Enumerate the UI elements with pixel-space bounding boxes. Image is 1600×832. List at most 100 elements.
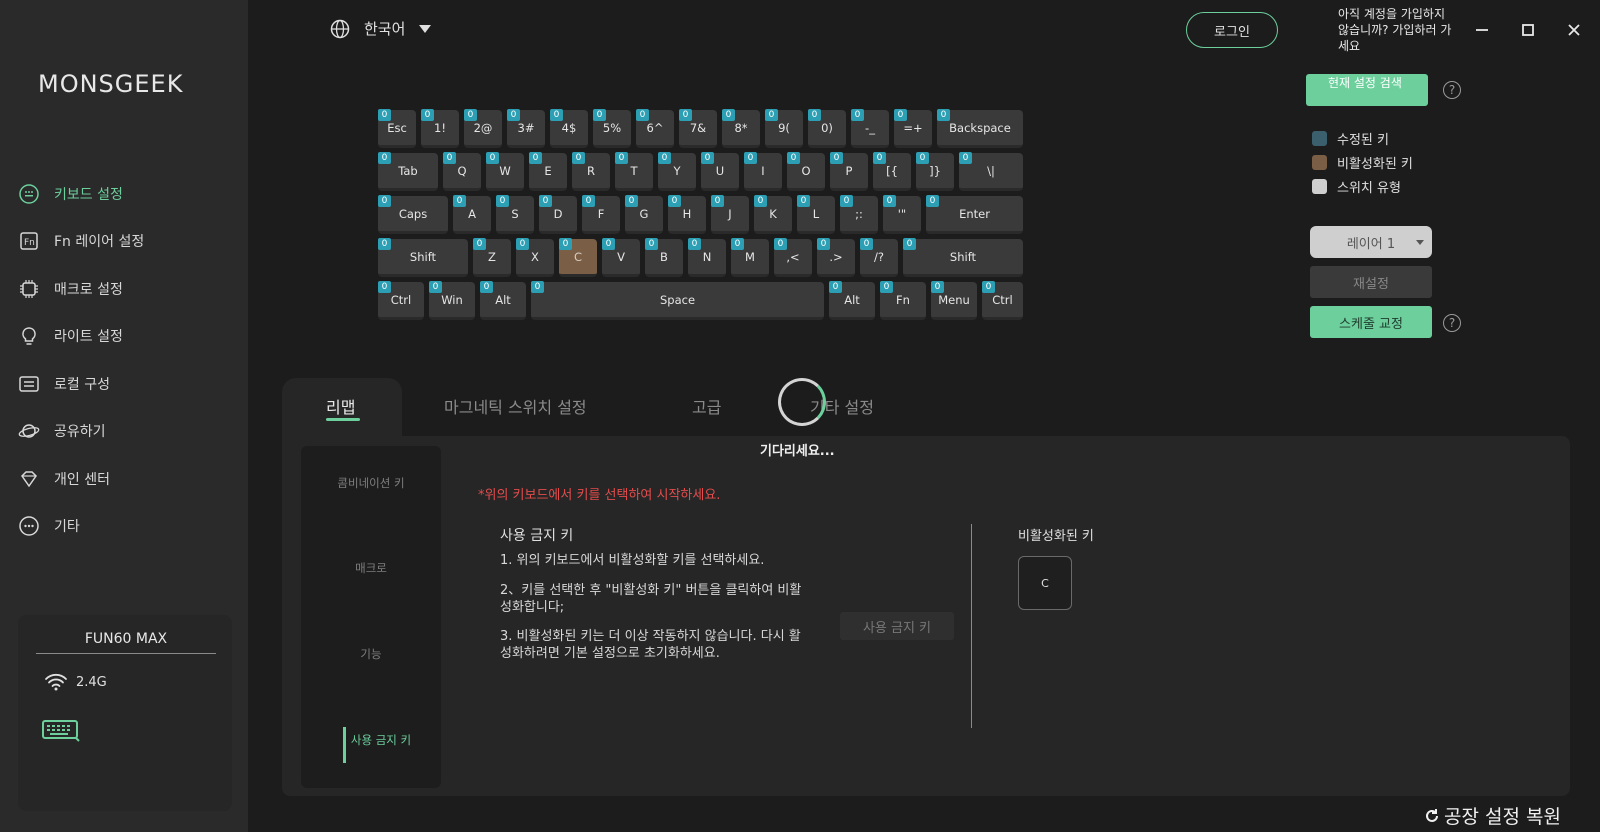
key-1[interactable]: 0 1!	[421, 109, 459, 148]
key-period[interactable]: 0 .>	[817, 238, 855, 277]
key-badge: 0	[486, 152, 499, 164]
key-f[interactable]: 0F	[582, 195, 620, 234]
login-button[interactable]: 로그인	[1186, 12, 1278, 48]
key-b[interactable]: 0B	[645, 238, 683, 277]
key-caps[interactable]: 0 Caps	[378, 195, 448, 234]
sidebar-item-keyboard-settings[interactable]: 키보드 설정	[16, 170, 236, 218]
key-p[interactable]: 0P	[830, 152, 868, 191]
key-lalt[interactable]: 0 Alt	[480, 281, 526, 320]
sidebar-item-other[interactable]: 기타	[16, 503, 236, 551]
key-rshift[interactable]: 0 Shift	[903, 238, 1023, 277]
tab-magnetic-switch[interactable]: 마그네틱 스위치 설정	[444, 394, 587, 418]
key-equal[interactable]: 0 =+	[894, 109, 932, 148]
close-button[interactable]	[1562, 18, 1586, 42]
key-6[interactable]: 0 6^	[636, 109, 674, 148]
key-a[interactable]: 0A	[453, 195, 491, 234]
key-h[interactable]: 0H	[668, 195, 706, 234]
key-5[interactable]: 0 5%	[593, 109, 631, 148]
tab-advanced[interactable]: 고급	[692, 394, 721, 418]
key-lbracket[interactable]: 0[{	[873, 152, 911, 191]
local-config-icon	[18, 373, 40, 395]
help-icon[interactable]: ?	[1443, 81, 1461, 99]
key-7[interactable]: 0 7&	[679, 109, 717, 148]
key-badge: 0	[507, 109, 520, 121]
key-enter[interactable]: 0 Enter	[926, 195, 1023, 234]
key-v[interactable]: 0V	[602, 238, 640, 277]
sidebar-item-share[interactable]: 공유하기	[16, 408, 236, 456]
key-ralt[interactable]: 0 Alt	[829, 281, 875, 320]
disabled-key-tile[interactable]: C	[1018, 556, 1072, 610]
key-label: Enter	[959, 206, 990, 221]
key-x[interactable]: 0X	[516, 238, 554, 277]
close-icon	[1568, 24, 1580, 36]
key-e[interactable]: 0E	[529, 152, 567, 191]
key-0[interactable]: 0 0)	[808, 109, 846, 148]
key-quote[interactable]: 0 '"	[883, 195, 921, 234]
key-tab[interactable]: 0 Tab	[378, 152, 438, 191]
disable-key-button[interactable]: 사용 금지 키	[840, 612, 954, 640]
key-lshift[interactable]: 0 Shift	[378, 238, 468, 277]
key-u[interactable]: 0U	[701, 152, 739, 191]
key-i[interactable]: 0I	[744, 152, 782, 191]
help-icon[interactable]: ?	[1443, 314, 1461, 332]
key-9[interactable]: 0 9(	[765, 109, 803, 148]
sidebar-item-local-config[interactable]: 로컬 구성	[16, 360, 236, 408]
sub-item-function[interactable]: 기능	[301, 646, 441, 662]
key-space[interactable]: 0 Space	[531, 281, 824, 320]
maximize-button[interactable]	[1516, 18, 1540, 42]
key-backslash[interactable]: 0 \|	[959, 152, 1023, 191]
key-n[interactable]: 0N	[688, 238, 726, 277]
factory-reset-button[interactable]: 공장 설정 복원	[1424, 802, 1561, 829]
key-3[interactable]: 0 3#	[507, 109, 545, 148]
tab-remap[interactable]: 리맵	[326, 394, 355, 418]
key-g[interactable]: 0G	[625, 195, 663, 234]
reset-button[interactable]: 재설정	[1310, 266, 1432, 298]
schedule-calibration-button[interactable]: 스케줄 교정	[1310, 306, 1432, 338]
key-m[interactable]: 0M	[731, 238, 769, 277]
key-slash[interactable]: 0/?	[860, 238, 898, 277]
key-8[interactable]: 0 8*	[722, 109, 760, 148]
key-rctrl[interactable]: 0 Ctrl	[982, 281, 1023, 320]
key-w[interactable]: 0W	[486, 152, 524, 191]
key-win[interactable]: 0 Win	[429, 281, 475, 320]
sub-item-combination[interactable]: 콤비네이션 키	[301, 475, 441, 491]
signup-link[interactable]: 아직 계정을 가입하지 않습니까? 가입하러 가세요	[1338, 6, 1453, 54]
key-t[interactable]: 0T	[615, 152, 653, 191]
sub-item-macro[interactable]: 매크로	[301, 560, 441, 576]
sidebar-item-fn-layer[interactable]: Fn Fn 레이어 설정	[16, 218, 236, 266]
key-rbracket[interactable]: 0]}	[916, 152, 954, 191]
language-selector[interactable]: 한국어	[330, 18, 432, 39]
sidebar-item-personal-center[interactable]: 개인 센터	[16, 455, 236, 503]
key-fn[interactable]: 0 Fn	[880, 281, 926, 320]
layer-select[interactable]: 레이어 1	[1310, 226, 1432, 258]
key-menu[interactable]: 0 Menu	[931, 281, 977, 320]
sidebar-item-macro[interactable]: 매크로 설정	[16, 265, 236, 313]
key-s[interactable]: 0S	[496, 195, 534, 234]
key-k[interactable]: 0K	[754, 195, 792, 234]
key-2[interactable]: 0 2@	[464, 109, 502, 148]
key-backspace[interactable]: 0 Backspace	[937, 109, 1023, 148]
key-comma[interactable]: 0 ,<	[774, 238, 812, 277]
key-lctrl[interactable]: 0 Ctrl	[378, 281, 424, 320]
key-4[interactable]: 0 4$	[550, 109, 588, 148]
key-badge: 0	[701, 152, 714, 164]
key-d[interactable]: 0D	[539, 195, 577, 234]
key-z[interactable]: 0Z	[473, 238, 511, 277]
key-minus[interactable]: 0 -_	[851, 109, 889, 148]
sidebar-item-light[interactable]: 라이트 설정	[16, 313, 236, 361]
key-l[interactable]: 0L	[797, 195, 835, 234]
key-o[interactable]: 0O	[787, 152, 825, 191]
wifi-icon	[45, 673, 67, 691]
sub-item-disable-key[interactable]: 사용 금지 키	[311, 732, 451, 748]
key-semicolon[interactable]: 0;:	[840, 195, 878, 234]
device-card[interactable]: FUN60 MAX 2.4G	[18, 615, 232, 811]
key-esc[interactable]: 0 Esc	[378, 109, 416, 148]
key-c[interactable]: 0C	[559, 238, 597, 277]
key-j[interactable]: 0J	[711, 195, 749, 234]
sidebar-nav: 키보드 설정 Fn Fn 레이어 설정 매크로 설정 라이트 설정 로컬 구성	[16, 170, 236, 550]
search-current-settings-button[interactable]: 현재 설정 검색	[1306, 74, 1428, 106]
key-r[interactable]: 0R	[572, 152, 610, 191]
minimize-button[interactable]	[1470, 18, 1494, 42]
key-q[interactable]: 0Q	[443, 152, 481, 191]
key-y[interactable]: 0Y	[658, 152, 696, 191]
